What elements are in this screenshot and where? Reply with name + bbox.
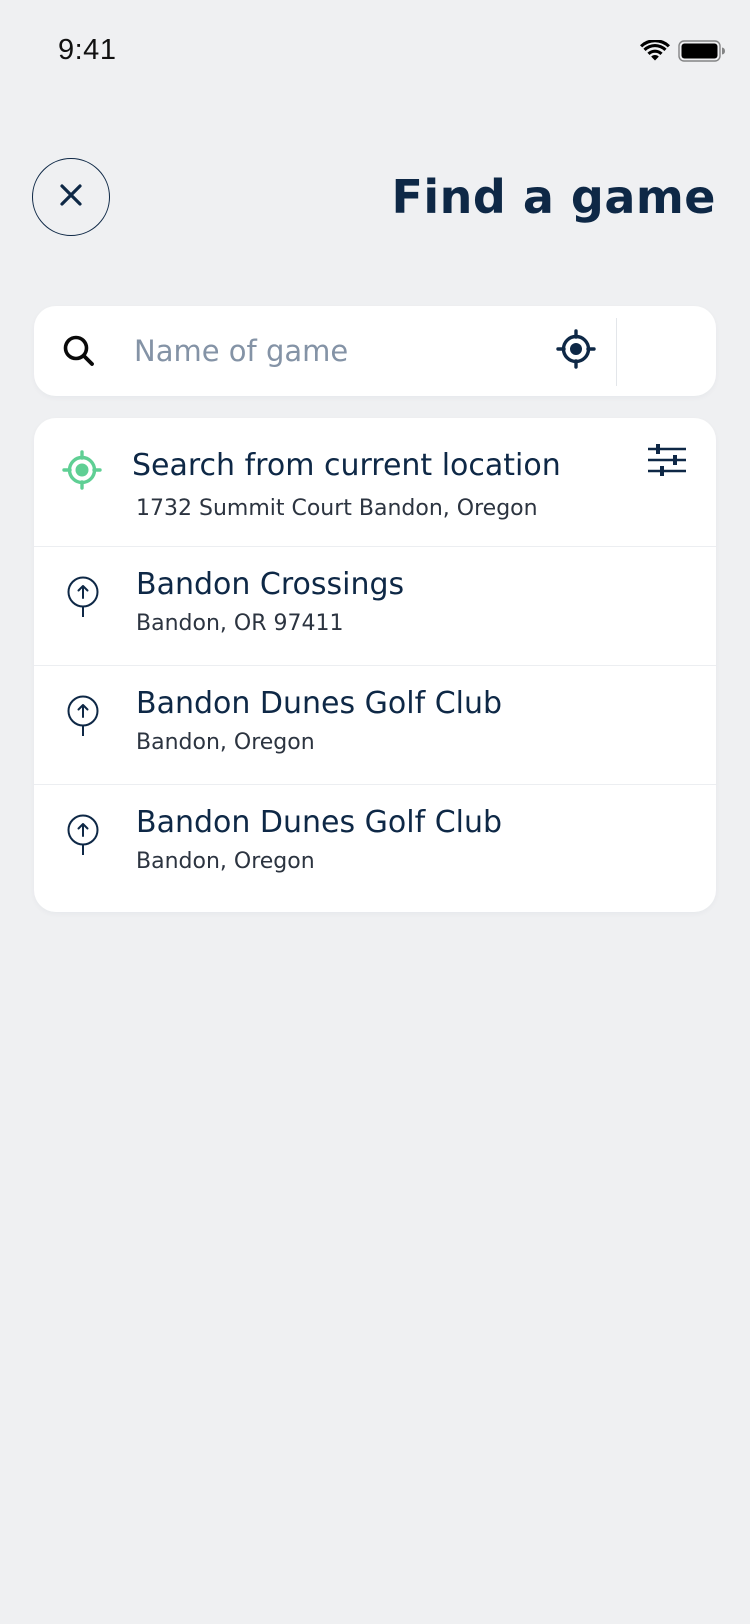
result-title: Bandon Dunes Golf Club (136, 686, 503, 721)
search-icon (62, 334, 96, 368)
sliders-icon (647, 443, 687, 481)
result-subtitle: Bandon, OR 97411 (136, 611, 344, 636)
result-row[interactable]: Bandon Crossings Bandon, OR 97411 (34, 547, 716, 666)
result-title: Bandon Dunes Golf Club (136, 805, 503, 840)
status-bar: 9:41 (0, 0, 750, 100)
locate-button[interactable] (554, 329, 598, 373)
current-location-row[interactable]: Search from current location 1732 Summit… (34, 418, 716, 547)
filter-button[interactable] (646, 442, 688, 482)
status-time: 9:41 (58, 34, 117, 66)
page-title: Find a game (391, 170, 716, 224)
map-pin-icon (66, 575, 100, 619)
result-row[interactable]: Bandon Dunes Golf Club Bandon, Oregon (34, 666, 716, 785)
search-bar (34, 306, 716, 396)
wifi-icon (640, 39, 670, 66)
results-card: Search from current location 1732 Summit… (34, 418, 716, 912)
map-pin-icon (66, 813, 100, 857)
location-target-icon (62, 450, 102, 490)
result-subtitle: Bandon, Oregon (136, 849, 315, 874)
search-input[interactable] (134, 326, 534, 376)
status-icons (640, 39, 726, 66)
current-location-address: 1732 Summit Court Bandon, Oregon (136, 496, 538, 521)
crosshair-icon (556, 329, 596, 373)
result-subtitle: Bandon, Oregon (136, 730, 315, 755)
result-row[interactable]: Bandon Dunes Golf Club Bandon, Oregon (34, 785, 716, 904)
battery-icon (678, 40, 726, 66)
current-location-title: Search from current location (132, 448, 561, 483)
map-pin-icon (66, 694, 100, 738)
search-divider (616, 318, 617, 386)
close-button[interactable] (32, 158, 110, 236)
close-icon (59, 183, 83, 211)
result-title: Bandon Crossings (136, 567, 405, 602)
